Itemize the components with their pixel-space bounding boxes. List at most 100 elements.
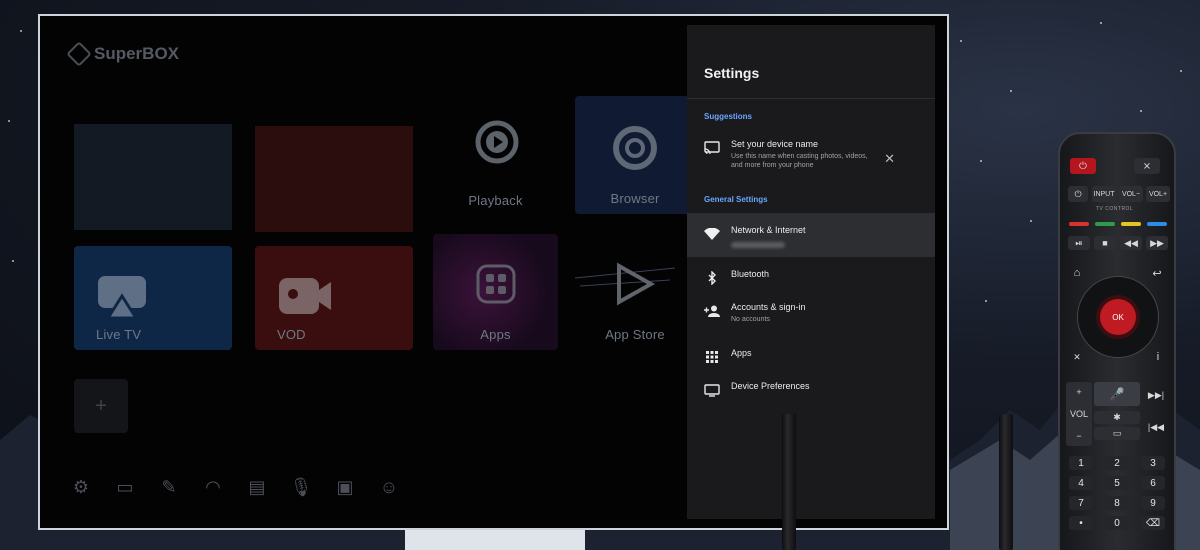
info-button[interactable]: i: [1150, 350, 1166, 364]
previous-track-button[interactable]: |◀◀: [1144, 418, 1168, 436]
tv-icon: [704, 382, 720, 398]
settings-panel: Settings Suggestions Set your device nam…: [687, 25, 935, 519]
video-camera-icon: [279, 278, 331, 314]
settings-item-network[interactable]: Network & Internet: [687, 213, 935, 257]
settings-item-device-preferences[interactable]: Device Preferences: [687, 381, 935, 401]
settings-item-label: Apps: [731, 348, 752, 358]
file-icon[interactable]: ▤: [246, 476, 268, 498]
settings-item-label: Device Preferences: [731, 381, 810, 391]
tv-stand: [405, 530, 585, 550]
tile-label: Browser: [610, 191, 660, 206]
settings-item-accounts[interactable]: Accounts & sign-in No accounts: [687, 302, 935, 332]
wifi-icon: [704, 226, 720, 242]
superbox-logo: SuperBOX: [66, 41, 180, 67]
tile-vod[interactable]: VOD: [255, 246, 413, 350]
settings-item-label: Accounts & sign-in: [731, 302, 806, 312]
yellow-button[interactable]: [1121, 222, 1141, 226]
logo-icon: [66, 41, 92, 67]
mute-button[interactable]: ⨯: [1134, 158, 1160, 174]
settings-item-subtitle: No accounts: [731, 316, 770, 323]
gear-icon[interactable]: ⚙: [70, 476, 92, 498]
section-suggestions: Suggestions: [704, 112, 753, 121]
divider: [687, 98, 935, 99]
settings-tool-button[interactable]: ✱: [1094, 411, 1140, 424]
logo-text: SuperBOX: [94, 44, 180, 63]
dot-button[interactable]: •: [1069, 516, 1093, 530]
back-icon[interactable]: ↩: [1148, 266, 1166, 280]
tile-label: Playback: [468, 193, 523, 208]
tile-label: App Store: [605, 327, 665, 342]
volume-down-icon: −: [1076, 431, 1082, 441]
green-button[interactable]: [1095, 222, 1115, 226]
microphone-icon[interactable]: 🎙: [290, 476, 313, 498]
tile-label: Live TV: [96, 327, 142, 342]
section-general: General Settings: [704, 195, 768, 204]
input-button[interactable]: INPUT: [1092, 186, 1116, 202]
suggestion-subtitle: Use this name when casting photos, video…: [731, 153, 868, 169]
play-pause-button[interactable]: ⏯: [1068, 236, 1090, 250]
remote-control: ⏻ ⨯ ⏻ INPUT VOL− VOL+ TV CONTROL ⏯ ■ ◀◀ …: [1058, 132, 1176, 550]
tv-control-label: TV CONTROL: [1096, 206, 1134, 212]
cast-icon: [704, 140, 720, 156]
num-8-button[interactable]: 8: [1105, 496, 1129, 510]
stop-button[interactable]: ■: [1094, 236, 1116, 250]
home-icon[interactable]: ⌂: [1068, 266, 1086, 280]
settings-item-apps[interactable]: Apps: [687, 348, 935, 368]
apps-grid-icon: [704, 349, 720, 365]
tile-live-tv[interactable]: Live TV: [74, 246, 232, 350]
tv-volume-down-button[interactable]: VOL−: [1119, 186, 1143, 202]
tile-app-store[interactable]: App Store: [575, 234, 695, 350]
fast-forward-button[interactable]: ▶▶: [1146, 236, 1168, 250]
settings-item-label: Bluetooth: [731, 269, 770, 279]
num-6-button[interactable]: 6: [1141, 476, 1165, 490]
rewind-button[interactable]: ◀◀: [1120, 236, 1142, 250]
tile-placeholder: [74, 124, 232, 230]
tile-placeholder: [255, 126, 413, 232]
tv-volume-up-button[interactable]: VOL+: [1146, 186, 1170, 202]
mouse-icon[interactable]: ✕: [1068, 350, 1086, 364]
tile-apps[interactable]: Apps: [433, 234, 558, 350]
num-3-button[interactable]: 3: [1141, 456, 1165, 470]
settings-item-bluetooth[interactable]: Bluetooth: [687, 269, 935, 289]
power-button[interactable]: ⏻: [1070, 158, 1096, 174]
folder-icon[interactable]: ▭: [114, 476, 136, 498]
blue-button[interactable]: [1147, 222, 1167, 226]
antenna-rod: [999, 414, 1013, 550]
num-5-button[interactable]: 5: [1105, 476, 1129, 490]
tile-label: Apps: [480, 327, 511, 342]
user-icon[interactable]: ☺: [378, 476, 400, 498]
settings-title: Settings: [704, 65, 760, 81]
num-9-button[interactable]: 9: [1141, 496, 1165, 510]
bottom-toolbar: ⚙ ▭ ✎ ◠ ▤ 🎙 ▣ ☺: [70, 476, 400, 498]
dismiss-icon[interactable]: ✕: [884, 151, 895, 167]
tile-browser[interactable]: Browser: [575, 96, 695, 214]
keyboard-button[interactable]: ▭: [1094, 427, 1140, 440]
volume-up-icon: +: [1076, 387, 1082, 397]
microphone-button[interactable]: 🎤: [1094, 382, 1140, 406]
delete-button[interactable]: ⌫: [1141, 516, 1165, 530]
num-1-button[interactable]: 1: [1069, 456, 1093, 470]
tile-playback[interactable]: Playback: [433, 96, 558, 216]
volume-rocker[interactable]: + VOL −: [1066, 382, 1092, 446]
num-2-button[interactable]: 2: [1105, 456, 1129, 470]
antenna-rod: [782, 414, 796, 550]
tv-power-button[interactable]: ⏻: [1068, 186, 1088, 202]
speedometer-icon[interactable]: ◠: [202, 476, 224, 498]
screen-cast-icon[interactable]: ▣: [334, 476, 356, 498]
next-track-button[interactable]: ▶▶|: [1144, 386, 1168, 404]
num-0-button[interactable]: 0: [1105, 516, 1129, 530]
num-7-button[interactable]: 7: [1069, 496, 1093, 510]
red-button[interactable]: [1069, 222, 1089, 226]
dpad[interactable]: OK: [1077, 276, 1159, 358]
ok-button[interactable]: OK: [1100, 299, 1136, 335]
num-4-button[interactable]: 4: [1069, 476, 1093, 490]
browser-icon: [613, 126, 657, 170]
broom-icon[interactable]: ✎: [158, 476, 180, 498]
add-app-button[interactable]: +: [74, 379, 128, 433]
settings-item-label: Network & Internet: [731, 225, 806, 235]
live-tv-icon: [98, 276, 146, 320]
apps-icon: [476, 264, 516, 304]
app-store-icon: [575, 262, 676, 306]
suggestion-title: Set your device name: [731, 139, 819, 149]
suggestion-device-name[interactable]: Set your device name Use this name when …: [687, 139, 935, 181]
